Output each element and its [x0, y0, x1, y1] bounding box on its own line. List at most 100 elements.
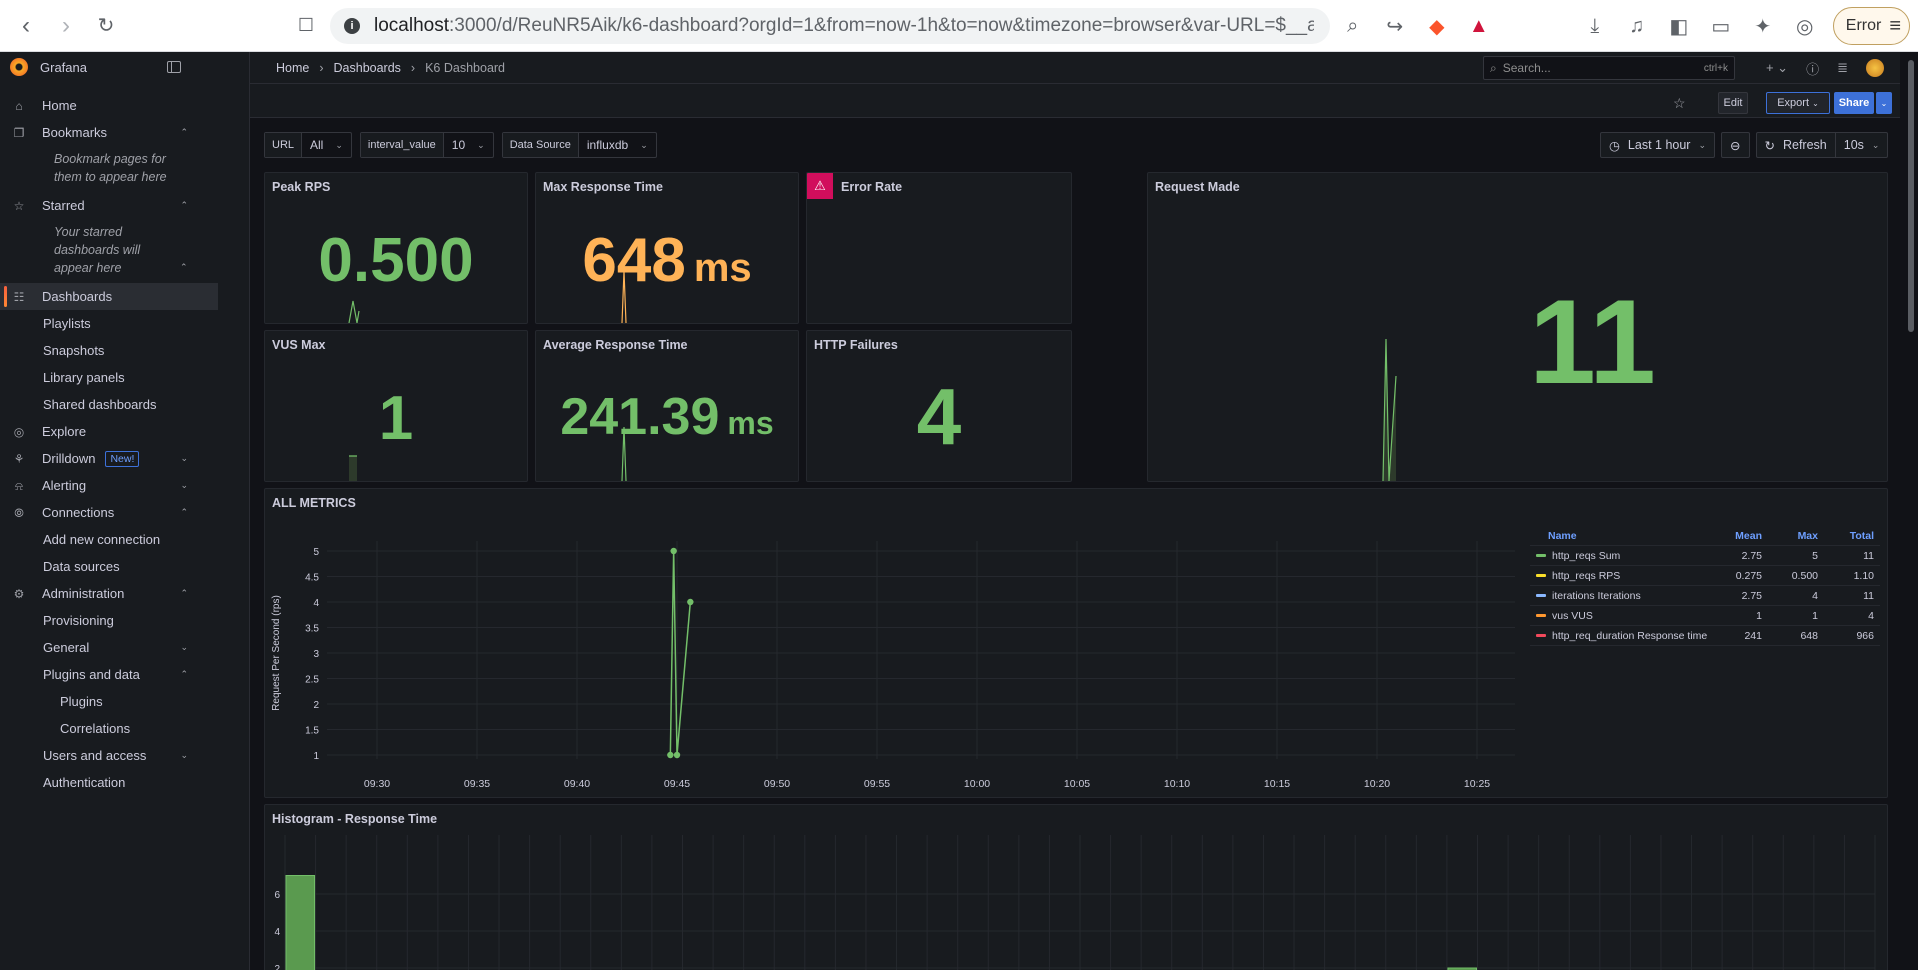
- sidebar-item-connections[interactable]: ⦾ Connections ⌃: [0, 499, 250, 526]
- sidebar-item-explore[interactable]: ◎ Explore: [0, 418, 250, 445]
- brave-shield-icon[interactable]: ◆: [1423, 12, 1451, 40]
- download-icon[interactable]: ⤓: [1581, 12, 1609, 40]
- sidebar-item-authentication[interactable]: Authentication: [0, 769, 250, 796]
- media-icon[interactable]: ♫: [1623, 12, 1651, 40]
- share-page-icon[interactable]: ↪: [1381, 12, 1409, 40]
- sidebar-item-drilldown[interactable]: ⚘ Drilldown New! ⌄: [0, 445, 250, 472]
- share-dropdown-icon[interactable]: ⌄: [1876, 92, 1892, 114]
- y-tick-label: 1: [313, 751, 319, 762]
- warning-icon[interactable]: ⚠: [807, 173, 833, 199]
- histogram-chart[interactable]: 6 4 2: [265, 805, 1888, 970]
- variable-url[interactable]: URL All ⌄: [264, 132, 352, 158]
- sidebar-item-users-and-access[interactable]: Users and access ⌄: [0, 742, 250, 769]
- reload-icon[interactable]: ↻: [86, 6, 126, 46]
- avatar[interactable]: [1866, 59, 1884, 77]
- time-range-picker[interactable]: ◷ Last 1 hour ⌄: [1600, 132, 1716, 158]
- panel-histogram[interactable]: Histogram - Response Time 642: [264, 804, 1888, 970]
- grafana-logo-icon[interactable]: [10, 58, 28, 76]
- error-menu-button[interactable]: Error ≡: [1832, 7, 1910, 45]
- variable-interval-value[interactable]: interval_value 10 ⌄: [359, 132, 494, 158]
- all-metrics-chart[interactable]: 5 4.5 4 3.5 3 2.5 2 1.5 1 09:30 09:35 09:40 09:45 09:…: [265, 489, 1525, 798]
- brave-rewards-icon[interactable]: ▲: [1465, 12, 1493, 40]
- chevron-up-icon[interactable]: ⌃: [180, 669, 188, 680]
- legend-row[interactable]: http_req_duration Response time 241 648 …: [1530, 626, 1880, 646]
- panel-max-response-time[interactable]: Max Response Time 648 ms: [535, 172, 799, 324]
- address-bar[interactable]: i localhost:3000/d/ReuNR5Aik/k6-dashboar…: [330, 8, 1330, 44]
- panel-request-made[interactable]: Request Made 11: [1147, 172, 1888, 482]
- breadcrumb-home[interactable]: Home: [276, 61, 309, 75]
- legend-header-mean[interactable]: Mean: [1712, 530, 1768, 542]
- chevron-up-icon[interactable]: ⌃: [180, 200, 188, 211]
- legend-header-total[interactable]: Total: [1824, 530, 1880, 542]
- back-icon[interactable]: ‹: [6, 6, 46, 46]
- scrollbar-thumb[interactable]: [1908, 60, 1914, 332]
- bookmark-page-icon[interactable]: ☐: [286, 6, 326, 46]
- chevron-down-icon: ⌄: [1812, 98, 1819, 108]
- chevron-up-icon[interactable]: ⌃: [180, 262, 188, 273]
- sidebar-item-general[interactable]: General ⌄: [0, 634, 250, 661]
- export-button[interactable]: Export ⌄: [1766, 92, 1830, 114]
- sidebar-item-dashboards[interactable]: ☷ Dashboards: [0, 283, 218, 310]
- legend-header-name[interactable]: Name: [1530, 530, 1712, 542]
- news-icon[interactable]: ≣: [1837, 60, 1848, 76]
- panel-error-rate[interactable]: ⚠ Error Rate: [806, 172, 1072, 324]
- panel-vus-max[interactable]: VUS Max 1: [264, 330, 528, 482]
- star-dashboard-icon[interactable]: ☆: [1673, 92, 1686, 114]
- chevron-up-icon[interactable]: ⌃: [180, 507, 188, 518]
- sidebar-item-playlists[interactable]: Playlists: [0, 310, 250, 337]
- sidebar-item-bookmarks[interactable]: ❐ Bookmarks ⌃: [0, 119, 250, 146]
- y-tick-label: 4.5: [305, 573, 319, 584]
- chevron-down-icon[interactable]: ⌄: [180, 480, 188, 491]
- chevron-down-icon[interactable]: ⌄: [180, 453, 188, 464]
- zoom-out-button[interactable]: ⊖: [1721, 132, 1750, 158]
- edit-button[interactable]: Edit: [1718, 92, 1748, 114]
- panel-http-failures[interactable]: HTTP Failures 4: [806, 330, 1072, 482]
- variable-data-source[interactable]: Data Source influxdb ⌄: [501, 132, 657, 158]
- sidebar-item-starred[interactable]: ☆ Starred ⌃: [0, 192, 250, 219]
- leo-ai-icon[interactable]: ✦: [1749, 12, 1777, 40]
- sidebar-item-add-new-connection[interactable]: Add new connection: [0, 526, 250, 553]
- search-input[interactable]: ⌕ Search... ctrl+k: [1483, 56, 1735, 80]
- panel-average-response-time[interactable]: Average Response Time 241.39 ms: [535, 330, 799, 482]
- legend-max: 5: [1812, 549, 1818, 562]
- chevron-right-icon: ›: [319, 60, 324, 75]
- sidebar-item-library-panels[interactable]: Library panels: [0, 364, 250, 391]
- add-icon[interactable]: + ⌄: [1766, 60, 1788, 76]
- sidebar-item-correlations[interactable]: Correlations: [0, 715, 250, 742]
- legend-header-max[interactable]: Max: [1768, 530, 1824, 542]
- sidebar-item-data-sources[interactable]: Data sources: [0, 553, 250, 580]
- sidebar-item-plugins[interactable]: Plugins: [0, 688, 250, 715]
- sidebar-toggle-icon[interactable]: ◧: [1665, 12, 1693, 40]
- sidebar-item-provisioning[interactable]: Provisioning: [0, 607, 250, 634]
- legend-row[interactable]: http_reqs Sum 2.75 5 11: [1530, 546, 1880, 566]
- forward-icon[interactable]: ›: [46, 6, 86, 46]
- help-icon[interactable]: ⓘ: [1806, 59, 1819, 78]
- zoom-icon[interactable]: ⌕: [1339, 12, 1367, 40]
- wallet-icon[interactable]: ▭: [1707, 12, 1735, 40]
- share-button[interactable]: Share: [1834, 92, 1874, 114]
- url-text[interactable]: localhost:3000/d/ReuNR5Aik/k6-dashboard?…: [374, 15, 1314, 37]
- sidebar-item-plugins-and-data[interactable]: Plugins and data ⌃: [0, 661, 250, 688]
- refresh-button[interactable]: ↻ Refresh 10s ⌄: [1755, 132, 1889, 158]
- bookmarks-empty-note: Bookmark pages for them to appear here: [54, 152, 167, 184]
- sidebar-item-administration[interactable]: ⚙ Administration ⌃: [0, 580, 250, 607]
- legend-row[interactable]: iterations Iterations 2.75 4 11: [1530, 586, 1880, 606]
- dock-menu-icon[interactable]: [167, 61, 181, 73]
- vpn-icon[interactable]: ◎: [1791, 12, 1819, 40]
- legend-row[interactable]: http_reqs RPS 0.275 0.500 1.10: [1530, 566, 1880, 586]
- refresh-interval-picker[interactable]: 10s ⌄: [1834, 133, 1888, 157]
- chevron-down-icon[interactable]: ⌄: [180, 750, 188, 761]
- chevron-up-icon[interactable]: ⌃: [180, 588, 188, 599]
- sidebar-item-snapshots[interactable]: Snapshots: [0, 337, 250, 364]
- legend-row[interactable]: vus VUS 1 1 4: [1530, 606, 1880, 626]
- sidebar-item-shared-dashboards[interactable]: Shared dashboards: [0, 391, 250, 418]
- breadcrumb-dashboards[interactable]: Dashboards: [334, 61, 401, 75]
- sidebar-item-alerting[interactable]: ⍾ Alerting ⌄: [0, 472, 250, 499]
- legend-max: 4: [1812, 589, 1818, 602]
- panel-peak-rps[interactable]: Peak RPS 0.500: [264, 172, 528, 324]
- page-scrollbar[interactable]: [1904, 52, 1918, 970]
- chevron-down-icon[interactable]: ⌄: [180, 642, 188, 653]
- site-info-icon[interactable]: i: [344, 18, 360, 34]
- sidebar-item-home[interactable]: ⌂ Home: [0, 92, 250, 119]
- chevron-up-icon[interactable]: ⌃: [180, 127, 188, 138]
